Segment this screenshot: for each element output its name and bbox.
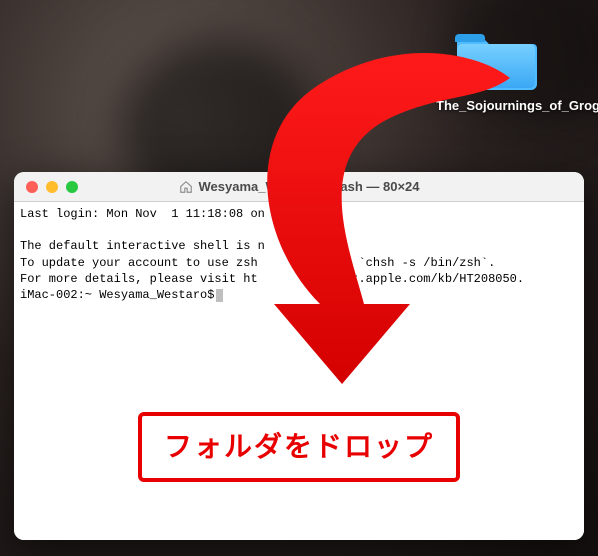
maximize-button[interactable] bbox=[66, 181, 78, 193]
cursor bbox=[216, 289, 223, 302]
traffic-lights bbox=[14, 181, 78, 193]
close-button[interactable] bbox=[26, 181, 38, 193]
folder-icon bbox=[455, 26, 537, 92]
minimize-button[interactable] bbox=[46, 181, 58, 193]
drop-instruction-label: フォルダをドロップ bbox=[138, 412, 460, 482]
folder-label: The_Sojournings_of_Grog bbox=[436, 98, 556, 115]
titlebar[interactable]: Wesyama_We -bash — 80×24 bbox=[14, 172, 584, 202]
terminal-line: The default interactive shell is n bbox=[20, 239, 265, 253]
terminal-line: To update your account to use zsh run `c… bbox=[20, 256, 495, 270]
terminal-window[interactable]: Wesyama_We -bash — 80×24 Last login: Mon… bbox=[14, 172, 584, 540]
desktop-folder[interactable]: The_Sojournings_of_Grog bbox=[436, 26, 556, 115]
terminal-prompt: iMac-002:~ Wesyama_Westaro$ bbox=[20, 288, 214, 302]
window-title: Wesyama_We -bash — 80×24 bbox=[14, 179, 584, 194]
home-icon bbox=[179, 180, 193, 194]
terminal-body[interactable]: Last login: Mon Nov 1 11:18:08 on The de… bbox=[14, 202, 584, 540]
terminal-line: Last login: Mon Nov 1 11:18:08 on bbox=[20, 207, 272, 221]
terminal-line: For more details, please visit ht port.a… bbox=[20, 272, 524, 286]
